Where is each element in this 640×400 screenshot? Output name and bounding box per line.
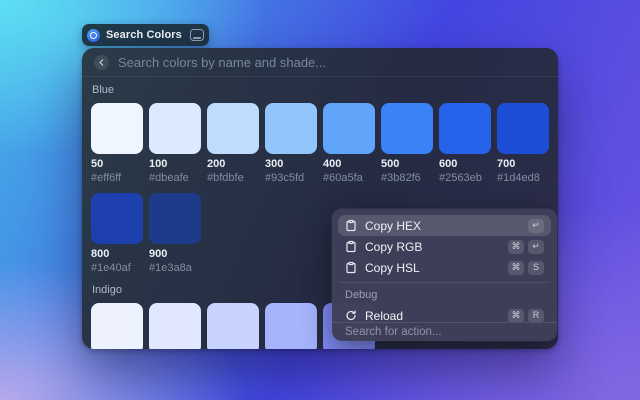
color-swatch[interactable] xyxy=(91,193,143,244)
color-swatch-cell[interactable]: 600 #2563eb xyxy=(439,103,491,185)
menu-divider xyxy=(339,282,550,283)
color-swatch-cell[interactable]: 50 #eff6ff xyxy=(91,103,143,185)
color-swatch[interactable] xyxy=(265,303,317,349)
return-keycap: ↵ xyxy=(528,240,544,254)
color-swatch-cell[interactable] xyxy=(149,303,201,349)
section-title: Blue xyxy=(92,84,549,97)
command-keycap: ⌘ xyxy=(508,240,524,254)
color-swatch-cell[interactable]: 100 #dbeafe xyxy=(149,103,201,185)
back-button[interactable] xyxy=(94,55,109,70)
search-input[interactable] xyxy=(118,55,546,70)
color-swatch[interactable] xyxy=(91,303,143,349)
swatch-shade-label: 900 xyxy=(149,248,201,261)
swatch-hex-label: #2563eb xyxy=(439,172,491,185)
hotkey-keycap-icon[interactable] xyxy=(190,29,204,41)
shortcut-keys: ⌘ ↵ xyxy=(508,240,544,254)
color-swatch[interactable] xyxy=(91,103,143,154)
color-swatch-cell[interactable] xyxy=(265,303,317,349)
color-swatch[interactable] xyxy=(381,103,433,154)
clipboard-icon xyxy=(345,261,357,274)
launcher-pill[interactable]: Search Colors xyxy=(82,24,209,46)
color-swatch[interactable] xyxy=(439,103,491,154)
swatch-hex-label: #93c5fd xyxy=(265,172,317,185)
swatch-hex-label: #60a5fa xyxy=(323,172,375,185)
menu-item-copy-rgb[interactable]: Copy RGB ⌘ ↵ xyxy=(338,236,551,257)
extension-icon xyxy=(87,29,100,42)
swatch-shade-label: 800 xyxy=(91,248,143,261)
color-swatch-cell[interactable]: 500 #3b82f6 xyxy=(381,103,433,185)
reload-icon xyxy=(345,309,357,322)
chevron-left-icon xyxy=(97,58,106,67)
menu-item-copy-hsl[interactable]: Copy HSL ⌘ S xyxy=(338,257,551,278)
color-swatch[interactable] xyxy=(265,103,317,154)
swatch-shade-label: 300 xyxy=(265,158,317,171)
swatch-shade-label: 200 xyxy=(207,158,259,171)
menu-section-debug: Debug xyxy=(345,289,544,301)
menu-item-label: Copy HSL xyxy=(365,261,500,275)
menu-item-label: Copy HEX xyxy=(365,219,520,233)
clipboard-icon xyxy=(345,240,357,253)
swatch-shade-label: 50 xyxy=(91,158,143,171)
swatch-shade-label: 100 xyxy=(149,158,201,171)
color-swatch-cell[interactable]: 400 #60a5fa xyxy=(323,103,375,185)
color-swatch[interactable] xyxy=(497,103,549,154)
launcher-pill-label: Search Colors xyxy=(106,29,182,41)
color-swatch[interactable] xyxy=(149,103,201,154)
swatch-hex-label: #bfdbfe xyxy=(207,172,259,185)
menu-item-reload[interactable]: Reload ⌘ R xyxy=(338,305,551,322)
swatch-hex-label: #1d4ed8 xyxy=(497,172,549,185)
menu-item-label: Copy RGB xyxy=(365,240,500,254)
color-swatch-cell[interactable]: 200 #bfdbfe xyxy=(207,103,259,185)
r-keycap: R xyxy=(528,309,544,323)
command-keycap: ⌘ xyxy=(508,309,524,323)
color-swatch[interactable] xyxy=(207,303,259,349)
desktop-background: Search Colors Blue 50 #eff6ff xyxy=(0,0,640,400)
color-swatch[interactable] xyxy=(149,303,201,349)
color-swatch-cell[interactable] xyxy=(91,303,143,349)
color-swatch-cell[interactable]: 300 #93c5fd xyxy=(265,103,317,185)
color-swatch-cell[interactable]: 800 #1e40af xyxy=(91,193,143,275)
shortcut-keys: ⌘ R xyxy=(508,309,544,323)
search-colors-window: Blue 50 #eff6ff 100 #dbeafe 200 xyxy=(82,48,558,349)
action-search-input[interactable]: Search for action... xyxy=(332,322,557,341)
swatch-shade-label: 600 xyxy=(439,158,491,171)
swatch-hex-label: #3b82f6 xyxy=(381,172,433,185)
swatch-shade-label: 500 xyxy=(381,158,433,171)
color-swatch[interactable] xyxy=(323,103,375,154)
swatch-shade-label: 700 xyxy=(497,158,549,171)
menu-item-copy-hex[interactable]: Copy HEX ↵ xyxy=(338,215,551,236)
color-swatch-cell[interactable]: 700 #1d4ed8 xyxy=(497,103,549,185)
swatch-hex-label: #dbeafe xyxy=(149,172,201,185)
action-menu-rows: Copy HEX ↵ Copy RGB ⌘ ↵ xyxy=(332,209,557,322)
return-keycap: ↵ xyxy=(528,219,544,233)
menu-item-label: Reload xyxy=(365,309,500,323)
color-swatch[interactable] xyxy=(207,103,259,154)
search-bar xyxy=(82,48,558,77)
command-keycap: ⌘ xyxy=(508,261,524,275)
swatch-hex-label: #eff6ff xyxy=(91,172,143,185)
action-menu: Copy HEX ↵ Copy RGB ⌘ ↵ xyxy=(332,209,557,341)
s-keycap: S xyxy=(528,261,544,275)
shortcut-keys: ↵ xyxy=(528,219,544,233)
color-swatch[interactable] xyxy=(149,193,201,244)
shortcut-keys: ⌘ S xyxy=(508,261,544,275)
swatch-hex-label: #1e40af xyxy=(91,262,143,275)
color-swatch-cell[interactable] xyxy=(207,303,259,349)
swatch-shade-label: 400 xyxy=(323,158,375,171)
swatch-hex-label: #1e3a8a xyxy=(149,262,201,275)
color-swatch-cell[interactable]: 900 #1e3a8a xyxy=(149,193,201,275)
clipboard-icon xyxy=(345,219,357,232)
